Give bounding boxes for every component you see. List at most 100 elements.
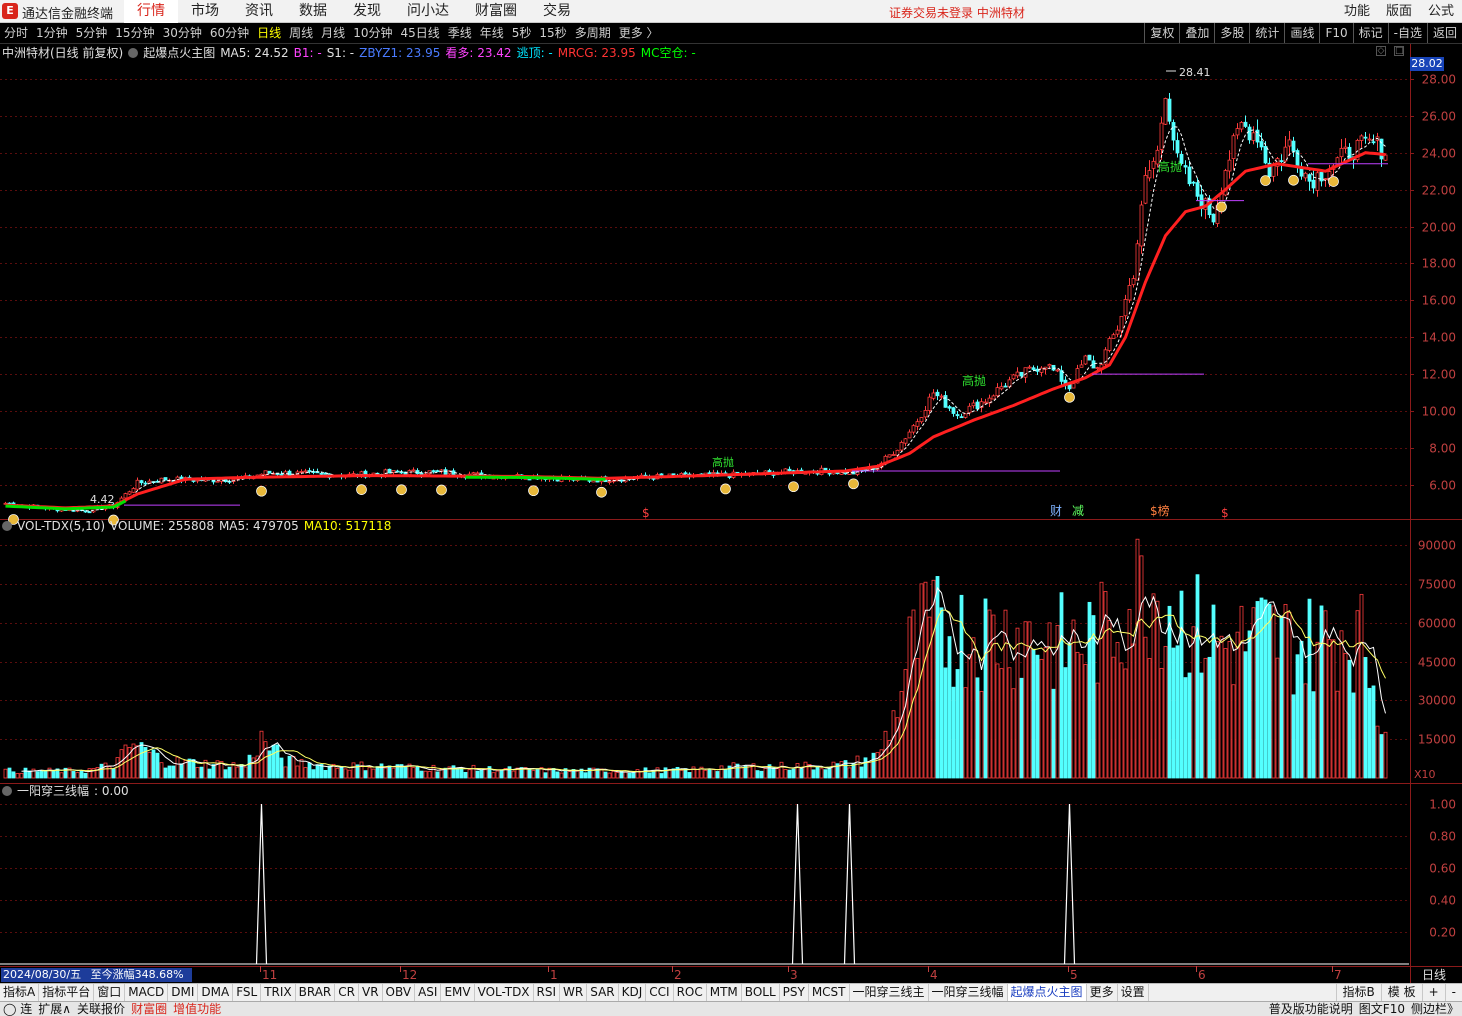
chart-tool-6[interactable]: 标记 bbox=[1352, 23, 1388, 43]
status-left-item-3[interactable]: 财富圈 bbox=[128, 1002, 170, 1016]
chart-tool-5[interactable]: F10 bbox=[1319, 23, 1352, 43]
sell-signal-label: 高抛 bbox=[962, 373, 986, 388]
status-left-item-0[interactable]: ◯ 连 bbox=[0, 1002, 35, 1016]
chart-tool-1[interactable]: 叠加 bbox=[1179, 23, 1214, 43]
volume-bar bbox=[543, 772, 548, 779]
tab-11[interactable]: OBV bbox=[383, 984, 416, 1001]
tab-right-3[interactable]: - bbox=[1444, 984, 1462, 1001]
tab-15[interactable]: RSI bbox=[534, 984, 561, 1001]
period-15[interactable]: 多周期 bbox=[571, 23, 615, 44]
tab-22[interactable]: BOLL bbox=[742, 984, 780, 1001]
chart-tool-0[interactable]: 复权 bbox=[1144, 23, 1179, 43]
period-0[interactable]: 分时 bbox=[0, 23, 32, 44]
candle-body bbox=[1347, 146, 1352, 160]
volume-bar bbox=[1139, 555, 1144, 779]
volume-bar bbox=[1011, 688, 1016, 779]
tab-16[interactable]: WR bbox=[560, 984, 588, 1001]
chart-tool-8[interactable]: 返回 bbox=[1426, 23, 1462, 43]
volume-bar bbox=[347, 769, 352, 779]
status-right-item-0[interactable]: 普及版功能说明 bbox=[1266, 1002, 1356, 1016]
status-right-item-2[interactable]: 侧边栏》 bbox=[1408, 1002, 1462, 1016]
period-11[interactable]: 季线 bbox=[444, 23, 476, 44]
status-left-item-4[interactable]: 增值功能 bbox=[170, 1002, 224, 1016]
period-10[interactable]: 45日线 bbox=[396, 23, 443, 44]
tab-28[interactable]: 更多 bbox=[1087, 984, 1118, 1001]
chart-tool-7[interactable]: -自选 bbox=[1387, 23, 1427, 43]
menu-item-2[interactable]: 资讯 bbox=[232, 0, 286, 23]
indicator-name[interactable]: 起爆点火主图 bbox=[143, 45, 215, 61]
tab-12[interactable]: ASI bbox=[415, 984, 442, 1001]
period-3[interactable]: 15分钟 bbox=[111, 23, 158, 44]
kline-chart[interactable]: 6.008.0010.0012.0014.0016.0018.0020.0022… bbox=[0, 44, 1462, 983]
volume-bar bbox=[967, 654, 972, 779]
indicator-settings-icon[interactable] bbox=[128, 48, 139, 58]
login-status[interactable]: 证券交易未登录 中洲特材 bbox=[889, 4, 1025, 21]
menu-item-6[interactable]: 财富圈 bbox=[462, 0, 530, 23]
tab-27[interactable]: 起爆点火主图 bbox=[1007, 984, 1087, 1001]
tab-3[interactable]: MACD bbox=[125, 984, 169, 1001]
period-5[interactable]: 60分钟 bbox=[206, 23, 253, 44]
tab-29[interactable]: 设置 bbox=[1118, 984, 1149, 1001]
period-16[interactable]: 更多 〉 bbox=[615, 23, 663, 44]
status-left-item-2[interactable]: 关联报价 bbox=[74, 1002, 128, 1016]
tab-18[interactable]: KDJ bbox=[619, 984, 647, 1001]
price-tick-label: 10.00 bbox=[1422, 405, 1456, 419]
volume-settings-icon[interactable] bbox=[2, 521, 12, 531]
tab-20[interactable]: ROC bbox=[674, 984, 707, 1001]
right-menu-item-0[interactable]: 功能 bbox=[1336, 0, 1378, 23]
chart-tool-3[interactable]: 统计 bbox=[1249, 23, 1284, 43]
tab-right-2[interactable]: + bbox=[1421, 984, 1445, 1001]
tab-right-1[interactable]: 模 板 bbox=[1380, 984, 1422, 1001]
indicator-pane-settings-icon[interactable] bbox=[2, 786, 12, 796]
tab-14[interactable]: VOL-TDX bbox=[475, 984, 534, 1001]
tab-25[interactable]: 一阳穿三线主 bbox=[850, 984, 929, 1001]
right-menu-item-1[interactable]: 版面 bbox=[1378, 0, 1420, 23]
tab-26[interactable]: 一阳穿三线幅 bbox=[929, 984, 1008, 1001]
period-9[interactable]: 10分钟 bbox=[349, 23, 396, 44]
tab-1[interactable]: 指标平台 bbox=[39, 984, 95, 1001]
tab-5[interactable]: DMA bbox=[198, 984, 234, 1001]
period-4[interactable]: 30分钟 bbox=[159, 23, 206, 44]
period-12[interactable]: 年线 bbox=[476, 23, 508, 44]
tab-13[interactable]: EMV bbox=[441, 984, 475, 1001]
status-right-item-1[interactable]: 图文F10 bbox=[1356, 1002, 1408, 1016]
tab-10[interactable]: VR bbox=[359, 984, 383, 1001]
volume-bar bbox=[1243, 651, 1248, 779]
volume-indicator-name[interactable]: VOL-TDX(5,10) bbox=[17, 518, 105, 534]
candle-body bbox=[1195, 182, 1200, 197]
menu-item-4[interactable]: 发现 bbox=[340, 0, 394, 23]
chart-tool-2[interactable]: 多股 bbox=[1214, 23, 1249, 43]
tab-9[interactable]: CR bbox=[335, 984, 359, 1001]
period-8[interactable]: 月线 bbox=[317, 23, 349, 44]
menu-item-5[interactable]: 问小达 bbox=[394, 0, 462, 23]
settings-icon[interactable]: ◇ bbox=[1376, 46, 1386, 56]
maximize-icon[interactable]: □ bbox=[1394, 46, 1404, 56]
tab-24[interactable]: MCST bbox=[809, 984, 850, 1001]
tab-8[interactable]: BRAR bbox=[296, 984, 336, 1001]
tab-4[interactable]: DMI bbox=[168, 984, 199, 1001]
period-14[interactable]: 15秒 bbox=[535, 23, 570, 44]
tab-19[interactable]: CCI bbox=[646, 984, 674, 1001]
period-2[interactable]: 5分钟 bbox=[72, 23, 112, 44]
menu-item-1[interactable]: 市场 bbox=[178, 0, 232, 23]
tab-21[interactable]: MTM bbox=[707, 984, 742, 1001]
tab-0[interactable]: 指标A bbox=[0, 984, 40, 1001]
tab-right-0[interactable]: 指标B bbox=[1335, 984, 1381, 1001]
tab-2[interactable]: 窗口 bbox=[94, 984, 126, 1001]
chart-tool-4[interactable]: 画线 bbox=[1284, 23, 1319, 43]
period-13[interactable]: 5秒 bbox=[508, 23, 536, 44]
indicator-pane-name[interactable]: 一阳穿三线幅 bbox=[17, 783, 89, 799]
tab-6[interactable]: FSL bbox=[233, 984, 262, 1001]
right-menu-item-2[interactable]: 公式 bbox=[1420, 0, 1462, 23]
tab-17[interactable]: SAR bbox=[587, 984, 619, 1001]
period-7[interactable]: 周线 bbox=[285, 23, 317, 44]
tab-7[interactable]: TRIX bbox=[261, 984, 296, 1001]
tab-23[interactable]: PSY bbox=[780, 984, 809, 1001]
candle-body bbox=[1343, 146, 1348, 149]
menu-item-0[interactable]: 行情 bbox=[124, 0, 178, 23]
period-6[interactable]: 日线 bbox=[253, 23, 285, 44]
status-left-item-1[interactable]: 扩展∧ bbox=[35, 1002, 74, 1016]
menu-item-7[interactable]: 交易 bbox=[530, 0, 584, 23]
period-1[interactable]: 1分钟 bbox=[32, 23, 72, 44]
menu-item-3[interactable]: 数据 bbox=[286, 0, 340, 23]
